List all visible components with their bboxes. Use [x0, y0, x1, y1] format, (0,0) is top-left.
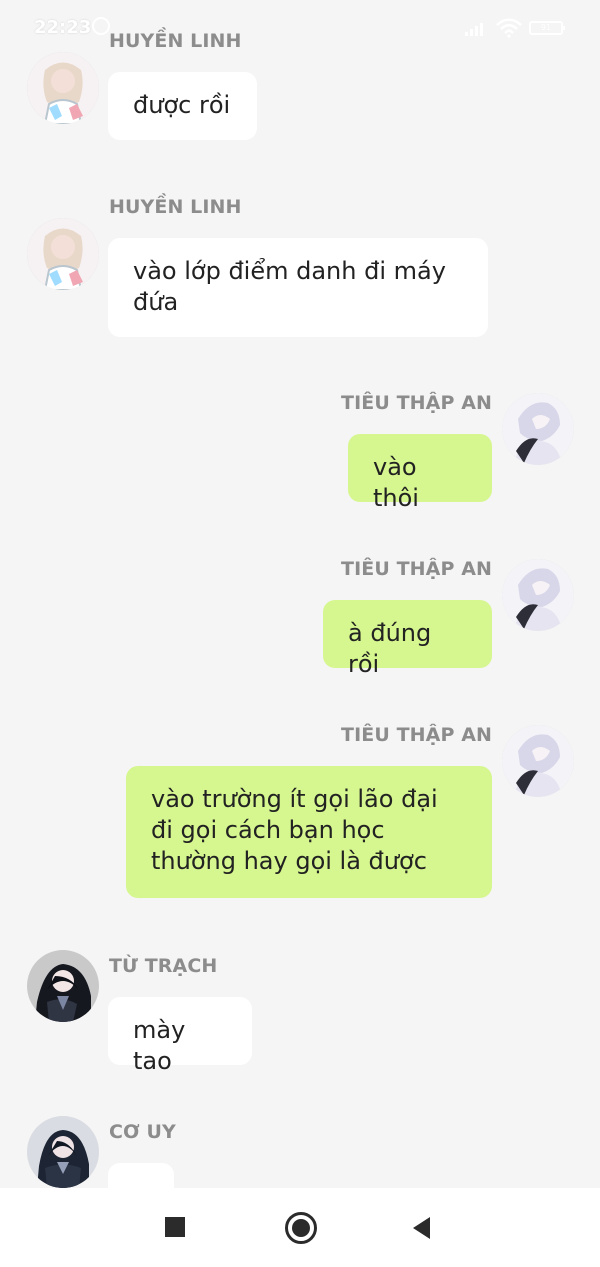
- message-text: mày tao: [133, 1016, 186, 1075]
- message-bubble[interactable]: được rồi: [108, 72, 257, 140]
- home-icon[interactable]: [284, 1211, 317, 1244]
- message-text: vào lớp điểm danh đi máy đứa: [133, 257, 446, 316]
- sender-name: TIÊU THẬP AN: [341, 392, 492, 414]
- message-bubble[interactable]: mày tao: [108, 997, 252, 1075]
- message-bubble[interactable]: à đúng rồi: [323, 600, 492, 678]
- message-text: à đúng rồi: [348, 619, 432, 678]
- chat-thread: 22:23 91 HUYỀN LINH được rồi HUYỀN LINH …: [0, 0, 600, 1188]
- message-text: vào trường ít gọi lão đại đi gọi cách bạ…: [151, 785, 438, 875]
- back-icon[interactable]: [404, 1211, 436, 1243]
- message-text: vào thôi: [373, 453, 419, 512]
- girl-avatar-icon[interactable]: [27, 218, 99, 290]
- navigation-bar: [0, 1188, 600, 1267]
- sender-name: TIÊU THẬP AN: [341, 724, 492, 746]
- dark-hair-avatar-icon[interactable]: [27, 1116, 99, 1188]
- sender-name: HUYỀN LINH: [109, 196, 242, 218]
- notification-icon: [92, 17, 110, 35]
- dark-hair-avatar-icon[interactable]: [27, 950, 99, 1022]
- boy-avatar-icon[interactable]: [502, 725, 574, 797]
- message-text: được rồi: [133, 91, 231, 119]
- sender-name: TIÊU THẬP AN: [341, 558, 492, 580]
- battery-level: 91: [540, 23, 552, 32]
- boy-avatar-icon[interactable]: [502, 559, 574, 631]
- recent-apps-icon[interactable]: [159, 1211, 191, 1243]
- signal-icon: [465, 23, 483, 36]
- sender-name: TỪ TRẠCH: [109, 955, 218, 977]
- message-bubble[interactable]: vào lớp điểm danh đi máy đứa: [108, 238, 488, 337]
- girl-avatar-icon[interactable]: [27, 52, 99, 124]
- status-bar: 22:23 91: [0, 0, 600, 56]
- message-bubble[interactable]: ...: [108, 1163, 174, 1188]
- boy-avatar-icon[interactable]: [502, 393, 574, 465]
- message-bubble[interactable]: vào thôi: [348, 434, 492, 512]
- message-bubble[interactable]: vào trường ít gọi lão đại đi gọi cách bạ…: [126, 766, 492, 898]
- battery-icon: 91: [529, 21, 565, 35]
- status-icons: 91: [465, 18, 570, 38]
- wifi-icon: [496, 18, 522, 38]
- status-time: 22:23: [34, 17, 92, 38]
- sender-name: CƠ UY: [109, 1121, 176, 1143]
